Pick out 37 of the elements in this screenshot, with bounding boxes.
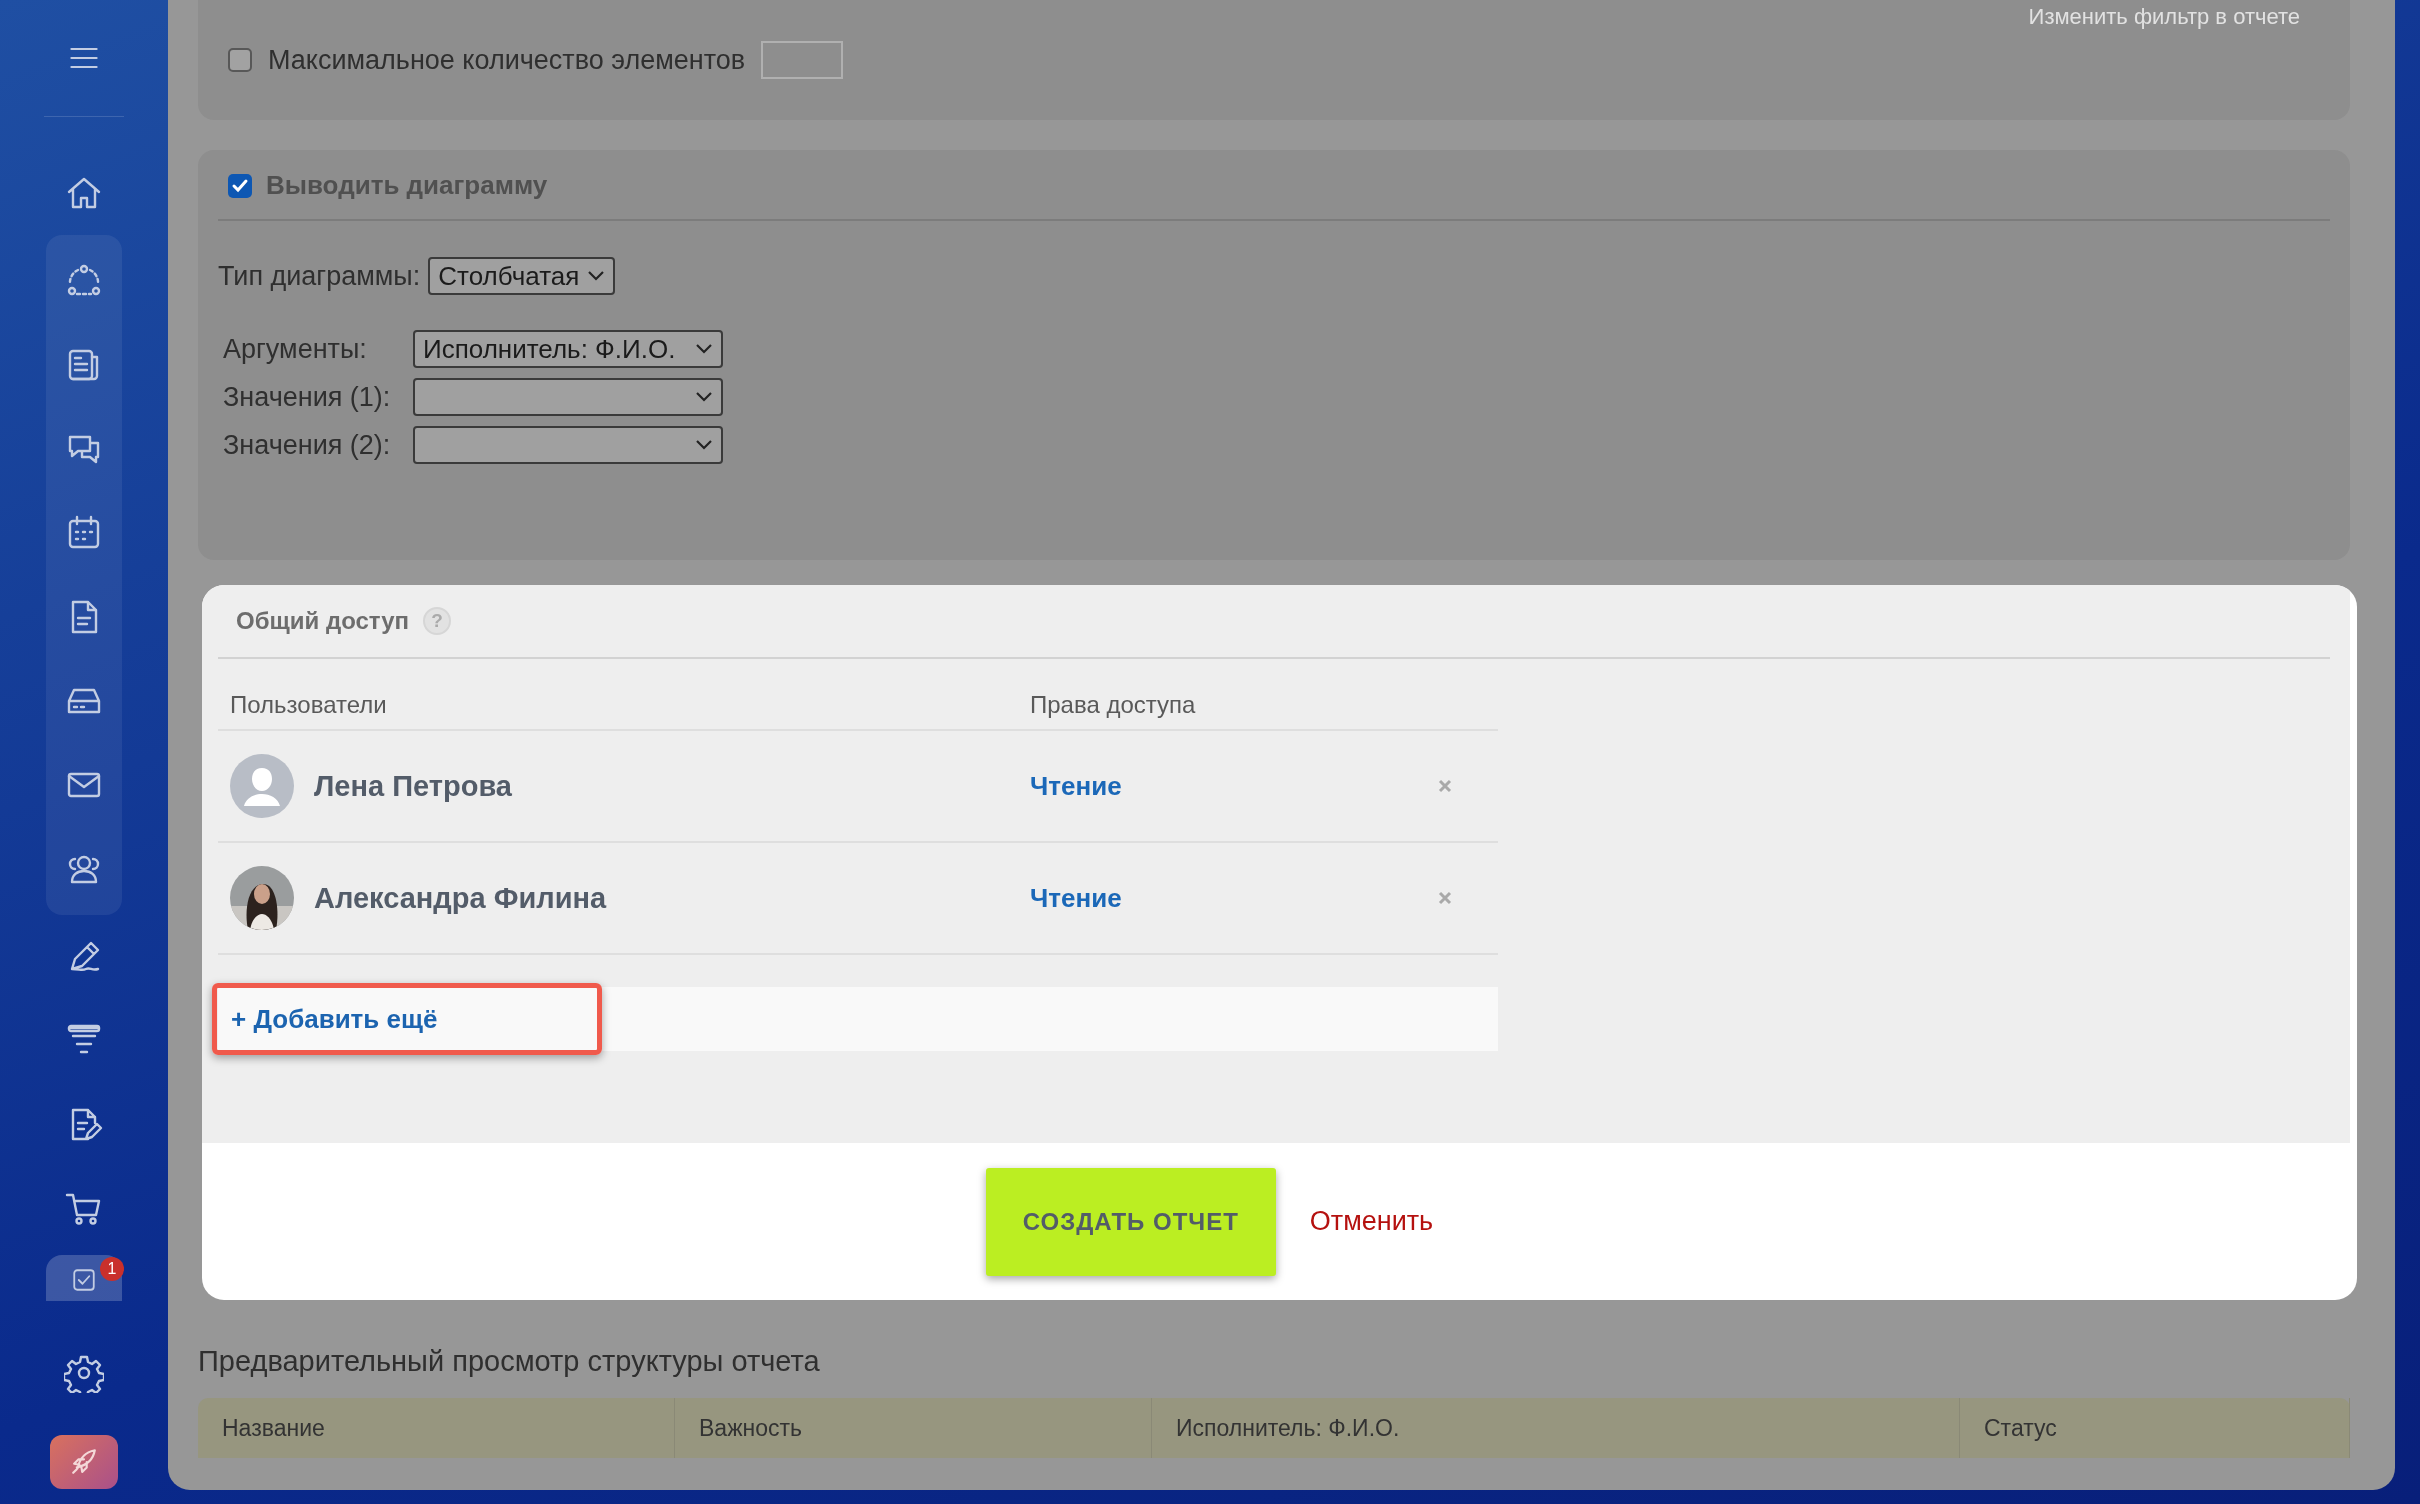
cancel-link[interactable]: Отменить — [1309, 1206, 1434, 1237]
checkbox-label: Максимальное количество элементов — [268, 44, 746, 76]
chevron-icon — [695, 391, 713, 403]
rocket-button[interactable] — [50, 1435, 118, 1489]
field-label: Значения (2): — [223, 429, 392, 461]
section-title: Общий доступ — [236, 607, 410, 635]
column-header: Важность — [675, 1398, 1152, 1458]
user-name: Александра Филина — [314, 881, 607, 915]
section-title: Выводить диаграмму — [266, 170, 548, 201]
chevron-icon — [695, 439, 713, 451]
user-name: Лена Петрова — [314, 769, 512, 803]
checkbox[interactable] — [228, 173, 252, 198]
column-header: Пользователи — [218, 681, 1018, 731]
column-header: Исполнитель: Ф.И.О. — [1152, 1398, 1960, 1458]
notification-badge: 1 — [100, 1257, 124, 1281]
dropdown[interactable]: Исполнитель: Ф.И.О. — [413, 330, 723, 368]
avatar-icon — [230, 754, 294, 818]
chevron-icon — [695, 343, 713, 355]
dropdown[interactable]: Столбчатая — [428, 257, 616, 295]
field-label: Тип диаграммы: — [218, 260, 421, 292]
dropdown[interactable] — [413, 426, 723, 464]
column-header: Название — [198, 1398, 675, 1458]
filter-link[interactable]: Изменить фильтр в отчете — [2028, 4, 2300, 30]
field-label: Значения (1): — [223, 381, 392, 413]
column-header: Права доступа — [1018, 681, 1498, 731]
input-field[interactable] — [761, 41, 844, 79]
settings-icon[interactable] — [64, 1353, 104, 1393]
column-header: Статус — [1960, 1398, 2350, 1458]
field-label: Аргументы: — [223, 333, 368, 365]
section-title: Предварительный просмотр структуры отчета — [198, 1345, 821, 1378]
access-link[interactable]: Чтение — [1030, 882, 1122, 914]
chevron-icon — [587, 270, 606, 282]
access-link[interactable]: Чтение — [1030, 770, 1122, 802]
dropdown[interactable] — [413, 378, 723, 416]
checkbox[interactable] — [228, 48, 252, 72]
create-report-button[interactable]: СОЗДАТЬ ОТЧЕТ — [985, 1167, 1276, 1276]
add-link[interactable]: + Добавить ещё — [212, 983, 602, 1055]
